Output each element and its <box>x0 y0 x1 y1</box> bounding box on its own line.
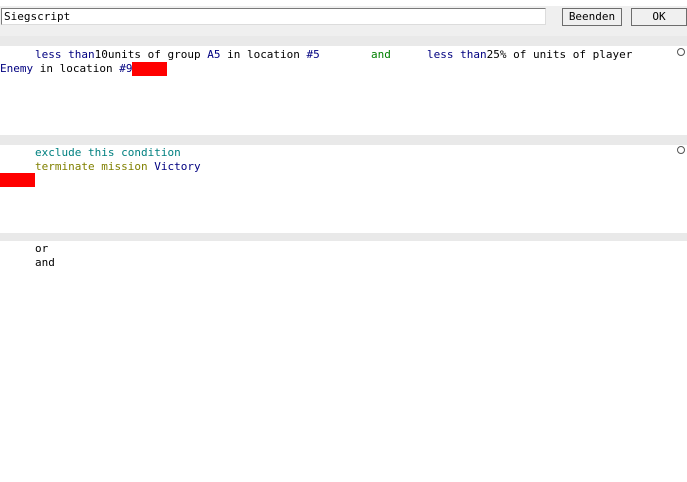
logic-join[interactable]: and <box>371 48 391 62</box>
cursor-marker <box>132 62 168 76</box>
action-exclude[interactable]: exclude this condition <box>35 146 181 160</box>
separator <box>0 36 687 46</box>
cursor-marker-line <box>0 173 35 187</box>
group-value[interactable]: A5 <box>207 48 220 61</box>
separator <box>0 135 687 145</box>
condition-text: in location <box>220 48 307 61</box>
action-value[interactable]: Victory <box>154 160 200 173</box>
count-value[interactable]: 10 <box>95 48 108 61</box>
condition-line-continued[interactable]: Enemy in location #9 <box>0 62 168 76</box>
actions-panel[interactable]: exclude this condition terminate mission… <box>0 145 685 233</box>
player-value[interactable]: Enemy <box>0 62 33 75</box>
quit-button[interactable]: Beenden <box>562 8 622 26</box>
panel-handle-icon[interactable] <box>677 146 685 154</box>
location-value[interactable]: #5 <box>307 48 320 61</box>
panel-handle-icon[interactable] <box>677 48 685 56</box>
separator <box>0 233 687 241</box>
condition-line[interactable]: less than10units of group A5 in location… <box>35 48 320 62</box>
comparison-operator[interactable]: less than <box>35 48 95 61</box>
condition-text: in location <box>33 62 120 75</box>
conditions-panel[interactable]: less than10units of group A5 in location… <box>0 46 685 135</box>
palette-item-or[interactable]: or <box>35 242 48 256</box>
cursor-marker <box>0 173 35 187</box>
palette-item-and[interactable]: and <box>35 256 55 270</box>
percent-value[interactable]: 25 <box>487 48 500 61</box>
condition-line-2[interactable]: less than25% of units of player <box>427 48 632 62</box>
script-name-field[interactable]: Siegscript <box>1 8 546 25</box>
action-terminate[interactable]: terminate mission Victory <box>35 160 201 174</box>
comparison-operator[interactable]: less than <box>427 48 487 61</box>
action-command: terminate mission <box>35 160 155 173</box>
condition-text: units of group <box>107 48 208 61</box>
ok-button[interactable]: OK <box>631 8 687 26</box>
palette-panel: or and <box>0 241 687 482</box>
location-value[interactable]: #9 <box>119 62 132 75</box>
condition-text: % of units of player <box>499 48 633 61</box>
